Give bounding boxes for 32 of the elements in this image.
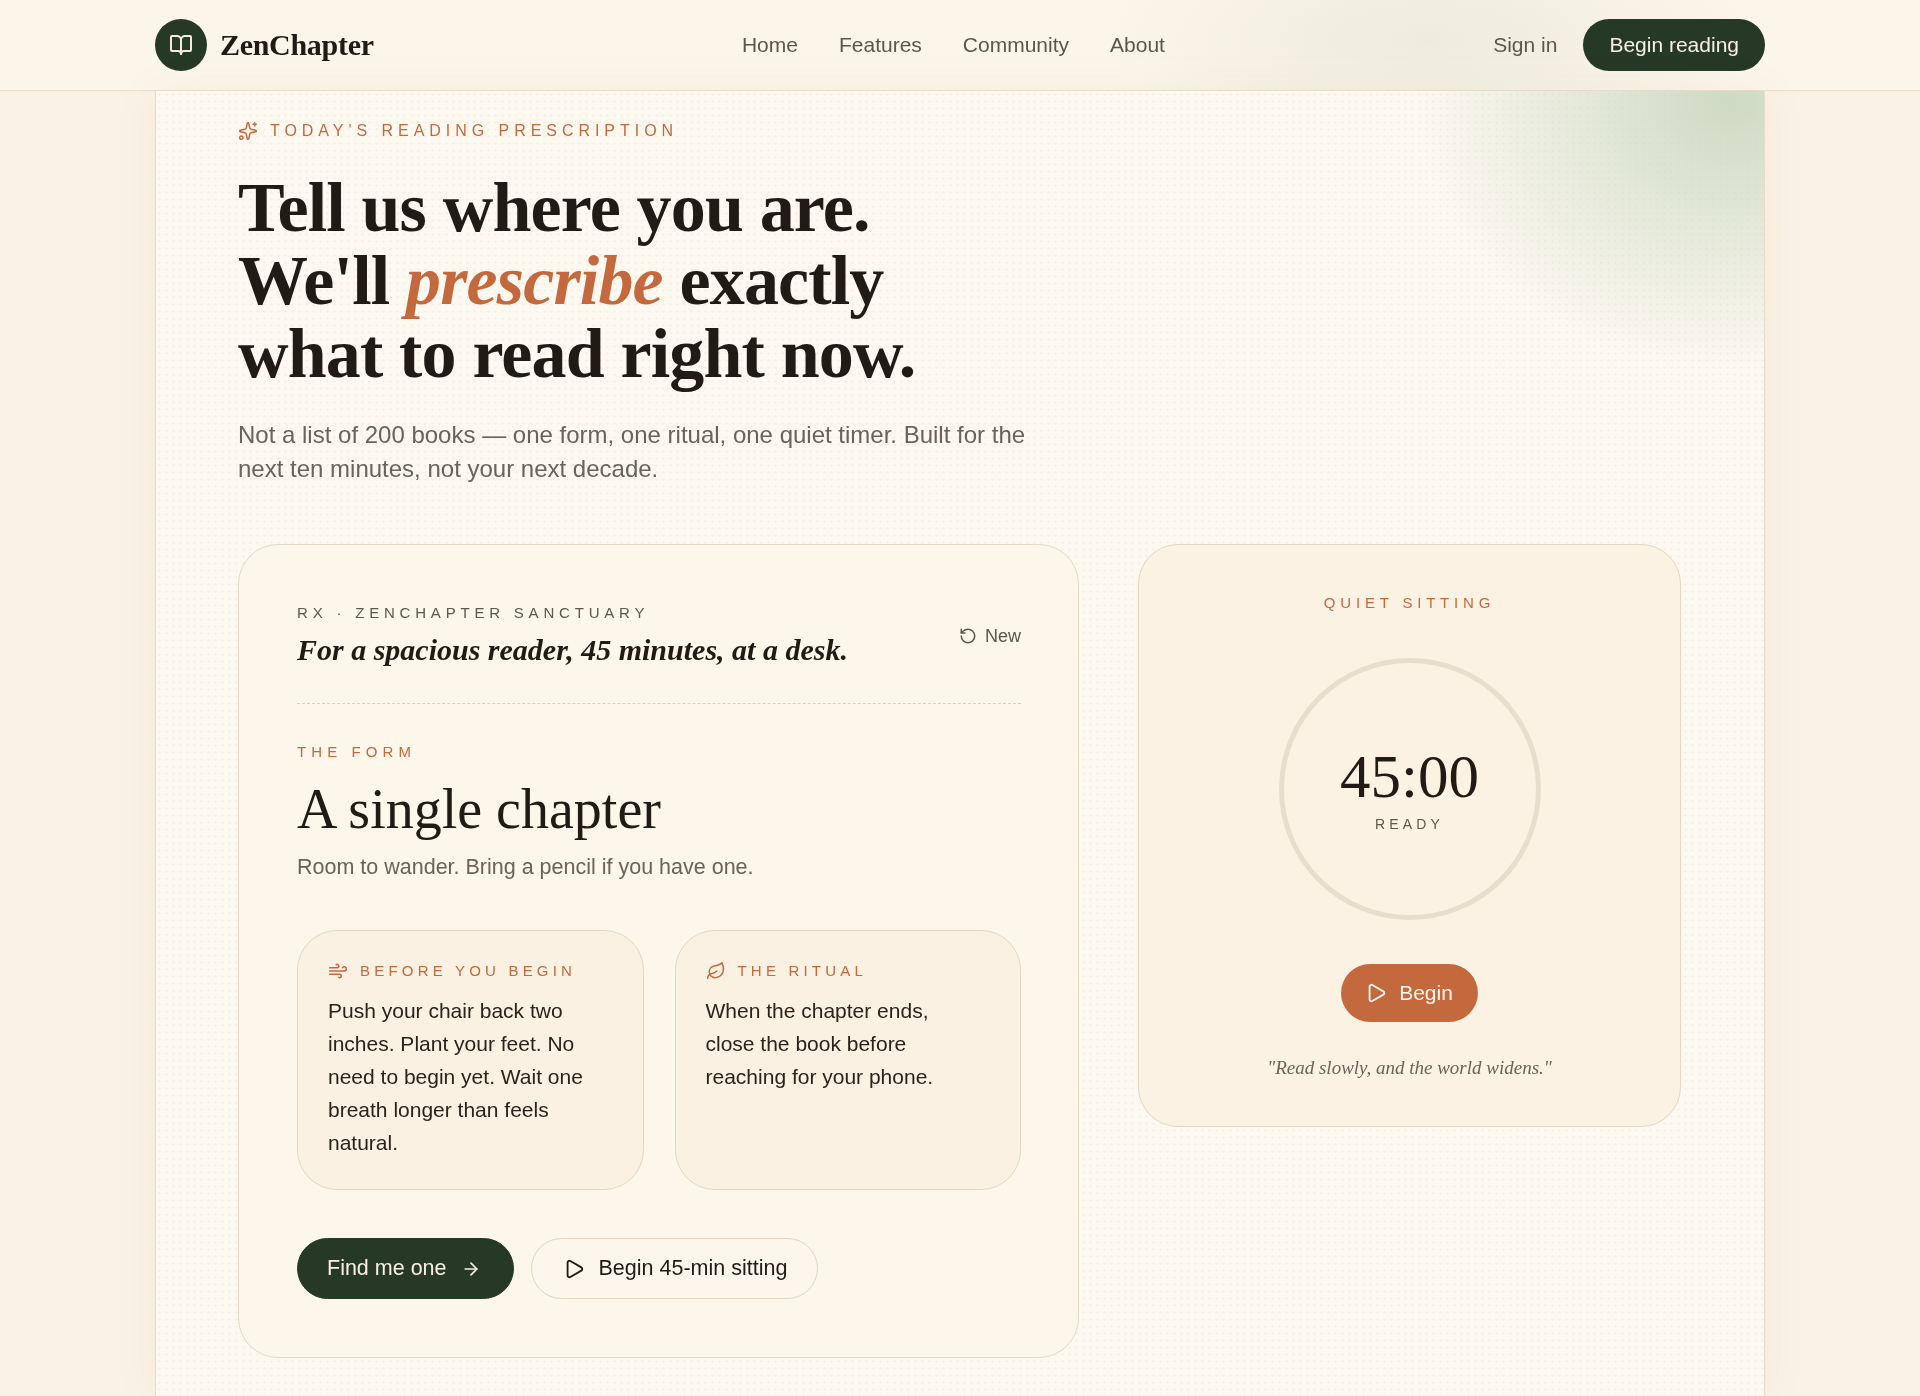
- timer-label: QUIET SITTING: [1323, 593, 1496, 613]
- leaf-icon: [705, 961, 726, 981]
- brand-name: ZenChapter: [220, 28, 374, 62]
- begin-reading-button[interactable]: Begin reading: [1583, 19, 1765, 71]
- nav-link[interactable]: Community: [962, 33, 1070, 57]
- timer-time: 45:00: [1340, 745, 1479, 809]
- sign-in-link[interactable]: Sign in: [1493, 33, 1558, 57]
- form-label: THE FORM: [297, 742, 418, 762]
- nav-link[interactable]: Features: [838, 33, 922, 57]
- book-icon: [155, 19, 207, 71]
- nav-link[interactable]: About: [1110, 33, 1165, 57]
- step-text: Push your chair back two inches. Plant your feet. No need to begin yet. Wait one breath longer than feels natural.: [328, 998, 584, 1156]
- find-button[interactable]: Find me one: [297, 1238, 514, 1299]
- nav-link[interactable]: Home: [741, 33, 798, 57]
- wind-icon: [328, 961, 348, 981]
- step-label: BEFORE YOU BEGIN: [360, 961, 577, 981]
- rx-meta: RX · ZENCHAPTER SANCTUARY: [297, 603, 651, 622]
- start-sitting-button[interactable]: Begin 45-min sitting: [530, 1238, 819, 1299]
- sparkle-icon: [238, 121, 258, 141]
- step-text: When the chapter ends, close the book before reaching for your phone.: [705, 998, 935, 1090]
- refresh-icon: [959, 627, 977, 645]
- hero-lede: Not a list of 200 books — one form, one ritual, one quiet timer. Built for the next ten minutes, not your next decade.: [238, 420, 1027, 484]
- form-title: A single chapter: [297, 777, 662, 841]
- begin-button[interactable]: Begin: [1341, 964, 1478, 1022]
- form-note: Room to wander. Bring a pencil if you have one.: [297, 854, 755, 881]
- timer-status: READY: [1374, 815, 1445, 833]
- timer-quote: "Read slowly, and the world widens.": [1267, 1056, 1552, 1080]
- rx-summary: For a spacious reader, 45 minutes, at a desk.: [297, 632, 848, 668]
- eyebrow-label: TODAY'S READING PRESCRIPTION: [270, 121, 679, 141]
- new-button[interactable]: New: [959, 625, 1021, 647]
- step-label: THE RITUAL: [737, 961, 867, 981]
- hero-headline: Tell us where you are. We'll prescribe exactly what to read right now.: [238, 171, 916, 390]
